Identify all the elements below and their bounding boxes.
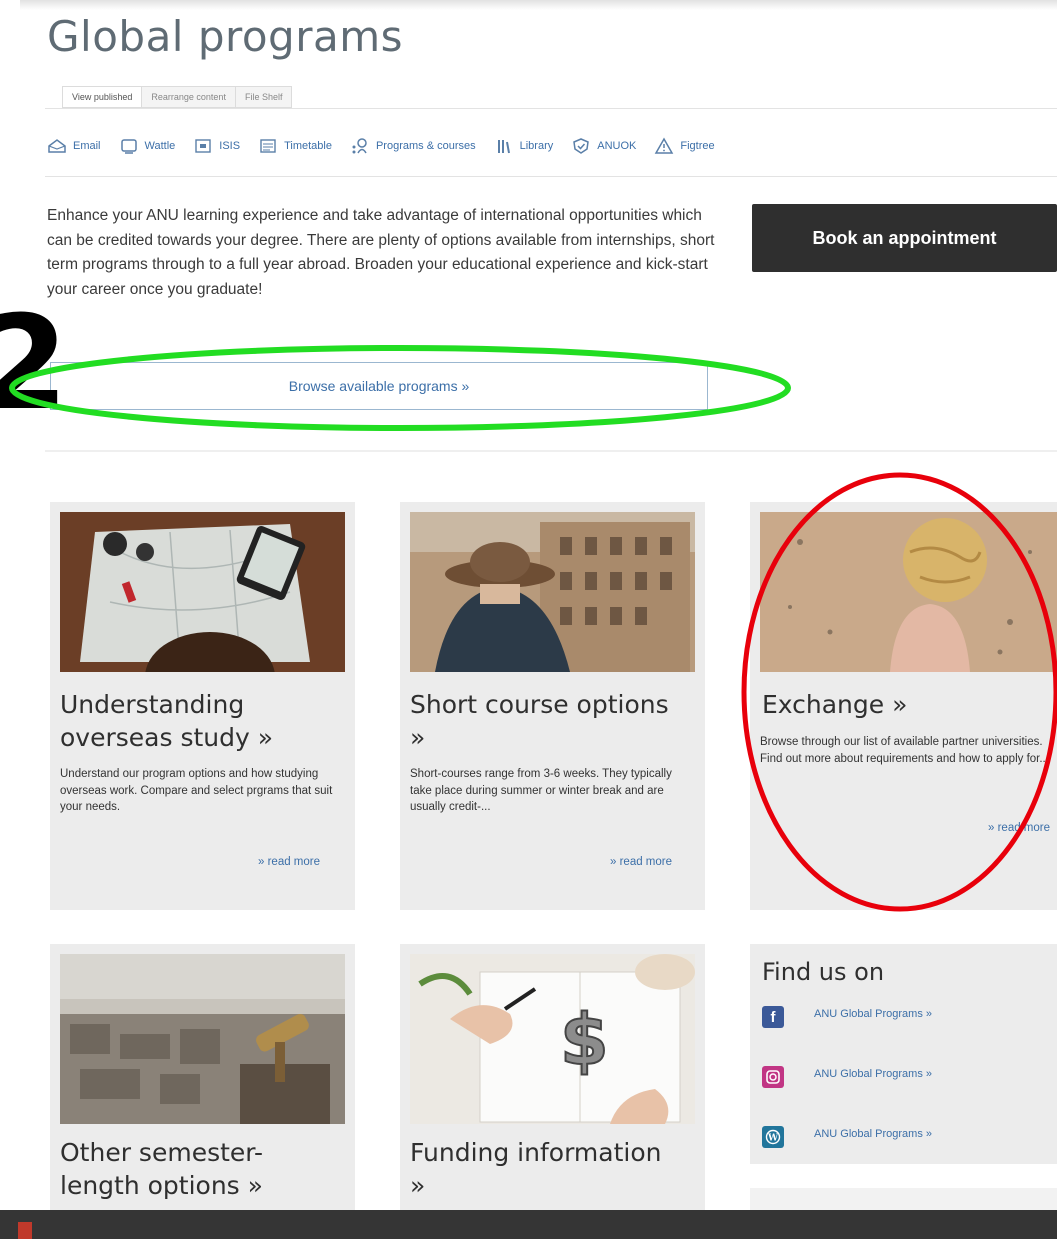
card-title[interactable]: Understanding overseas study » bbox=[60, 688, 330, 754]
isis-icon bbox=[195, 139, 211, 153]
card-title[interactable]: Exchange » bbox=[762, 688, 1042, 721]
telescope-city-image bbox=[60, 954, 345, 1124]
card-exchange: Exchange » Browse through our list of av… bbox=[750, 502, 1057, 910]
figtree-icon bbox=[655, 137, 674, 154]
card-title[interactable]: Short course options » bbox=[410, 688, 680, 754]
read-more-link[interactable]: » read more bbox=[988, 822, 1050, 834]
intro-text: Enhance your ANU learning experience and… bbox=[47, 207, 715, 298]
quicklink-label: Email bbox=[73, 140, 101, 152]
svg-text:$: $ bbox=[560, 999, 609, 1081]
quicklink-figtree[interactable]: Figtree bbox=[654, 137, 715, 155]
map-table-image bbox=[60, 512, 345, 672]
quicklinks-divider bbox=[45, 176, 1057, 177]
card-title[interactable]: Funding information » bbox=[410, 1136, 680, 1202]
top-shadow bbox=[20, 0, 1057, 10]
tab-view-published[interactable]: View published bbox=[63, 87, 143, 107]
section-divider bbox=[45, 450, 1057, 452]
card-short-course-options: Short course options » Short-courses ran… bbox=[400, 502, 705, 910]
social-link-facebook[interactable]: f ANU Global Programs » bbox=[762, 1006, 932, 1028]
find-us-title: Find us on bbox=[762, 958, 885, 986]
panel-edge bbox=[750, 1188, 1057, 1210]
quicklink-programs-courses[interactable]: Programs & courses bbox=[350, 137, 476, 155]
quicklink-email[interactable]: Email bbox=[47, 137, 101, 155]
quicklink-label: ISIS bbox=[219, 140, 241, 152]
programs-icon bbox=[352, 138, 367, 154]
quicklink-label: Timetable bbox=[284, 140, 332, 152]
read-more-link[interactable]: » read more bbox=[610, 856, 672, 868]
card-other-semester-length-options: Other semester-length options » bbox=[50, 944, 355, 1210]
social-link-label: ANU Global Programs » bbox=[814, 1128, 932, 1140]
book-appointment-button[interactable]: Book an appointment bbox=[752, 204, 1057, 272]
social-link-label: ANU Global Programs » bbox=[814, 1068, 932, 1080]
browse-programs-button[interactable]: Browse available programs » bbox=[50, 362, 708, 410]
quicklink-label: Wattle bbox=[144, 140, 176, 152]
social-link-instagram[interactable]: ANU Global Programs » bbox=[762, 1066, 932, 1088]
funding-notebook-image: $ bbox=[410, 954, 695, 1124]
library-icon bbox=[497, 140, 510, 154]
quicklink-isis[interactable]: ISIS bbox=[193, 137, 240, 155]
taskbar bbox=[0, 1210, 1057, 1239]
card-description: Browse through our list of available par… bbox=[760, 736, 1049, 765]
card-title[interactable]: Other semester-length options » bbox=[60, 1136, 330, 1202]
card-understanding-overseas-study: Understanding overseas study » Understan… bbox=[50, 502, 355, 910]
wattle-icon bbox=[120, 139, 137, 154]
quicklink-label: Figtree bbox=[680, 140, 715, 152]
quicklinks-bar: Email Wattle ISIS Timetable Programs & c… bbox=[47, 136, 733, 156]
social-link-label: ANU Global Programs » bbox=[814, 1008, 932, 1020]
quicklink-wattle[interactable]: Wattle bbox=[119, 137, 176, 155]
instagram-icon bbox=[762, 1066, 784, 1088]
admin-tabs: View published Rearrange content File Sh… bbox=[62, 86, 293, 108]
read-more-link[interactable]: » read more bbox=[258, 856, 320, 868]
tab-rearrange-content[interactable]: Rearrange content bbox=[142, 87, 236, 107]
card-description: Understand our program options and how s… bbox=[60, 768, 333, 813]
email-icon bbox=[48, 139, 66, 153]
quicklink-label: Library bbox=[519, 140, 554, 152]
find-us-panel: Find us on f ANU Global Programs » ANU G… bbox=[750, 944, 1057, 1164]
card-funding-information: $ Funding information » bbox=[400, 944, 705, 1210]
quicklink-label: Programs & courses bbox=[375, 140, 476, 152]
globe-image bbox=[760, 512, 1057, 672]
tabs-divider bbox=[45, 108, 1057, 109]
wordpress-icon: W bbox=[762, 1126, 784, 1148]
app-icon[interactable] bbox=[18, 1222, 32, 1239]
quicklink-library[interactable]: Library bbox=[494, 137, 554, 155]
timetable-icon bbox=[260, 139, 276, 153]
traveller-city-image bbox=[410, 512, 695, 672]
quicklink-anuok[interactable]: ANUOK bbox=[571, 137, 636, 155]
card-description: Short-courses range from 3-6 weeks. They… bbox=[410, 768, 672, 813]
quicklink-label: ANUOK bbox=[597, 140, 637, 152]
tab-file-shelf[interactable]: File Shelf bbox=[235, 87, 292, 107]
svg-text:W: W bbox=[767, 1134, 779, 1144]
annotation-number-marker: 2 bbox=[0, 287, 69, 439]
quicklink-timetable[interactable]: Timetable bbox=[258, 137, 332, 155]
facebook-icon: f bbox=[762, 1006, 784, 1028]
page-title: Global programs bbox=[47, 12, 403, 61]
social-link-wordpress[interactable]: W ANU Global Programs » bbox=[762, 1126, 932, 1148]
anuok-icon bbox=[573, 138, 590, 154]
